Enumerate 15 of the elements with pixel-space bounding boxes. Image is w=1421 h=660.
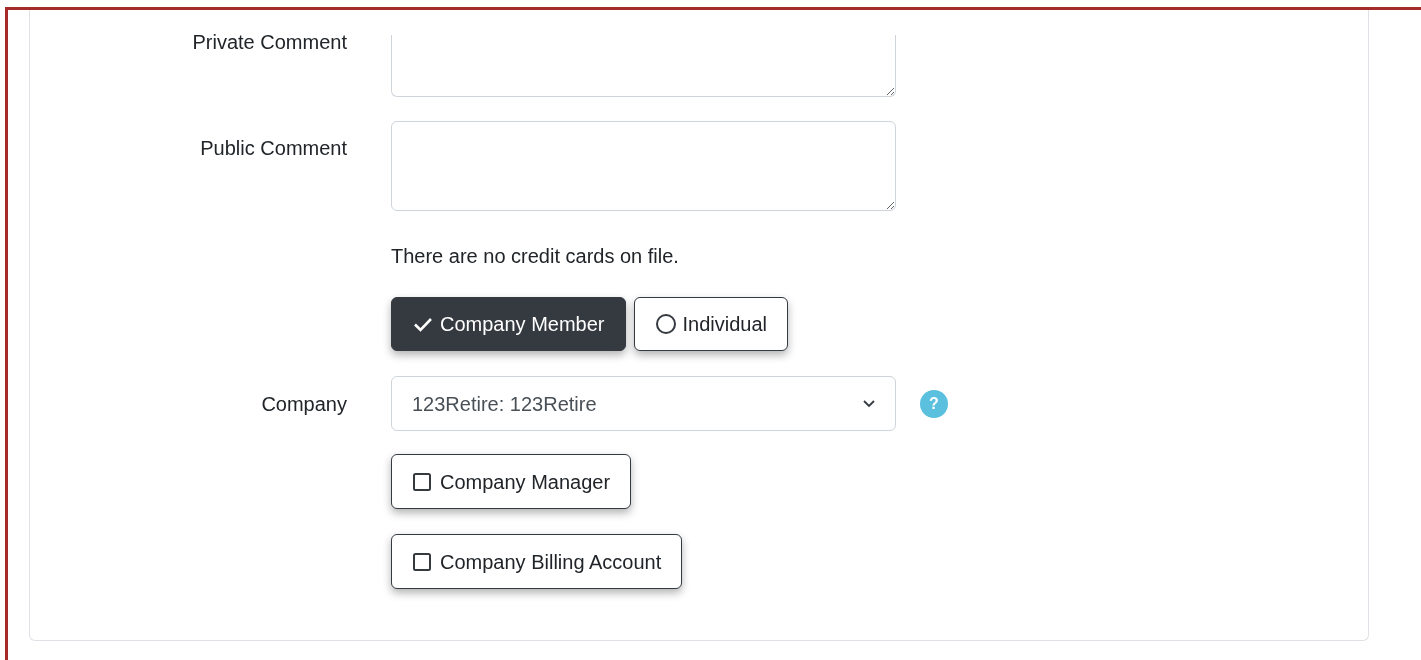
checkbox-icon [412,551,432,572]
field-label: Private Comment [191,30,347,55]
chevron-down-icon [863,399,875,408]
checkbox-icon [412,471,432,492]
company-select[interactable]: 123Retire: 123Retire [391,376,896,431]
credit-card-note: There are no credit cards on file. [391,244,679,269]
option-toggle[interactable]: Company Manager [391,454,632,509]
comment-field[interactable] [391,35,896,97]
field-label: Company [260,391,347,417]
radio-icon [654,313,677,335]
membership-toggle[interactable]: Individual [633,297,789,351]
option-toggle[interactable]: Company Billing Account [391,534,683,589]
field-label: Public Comment [199,136,347,161]
membership-toggle[interactable]: Company Member [391,297,626,351]
comment-field[interactable] [391,121,896,211]
